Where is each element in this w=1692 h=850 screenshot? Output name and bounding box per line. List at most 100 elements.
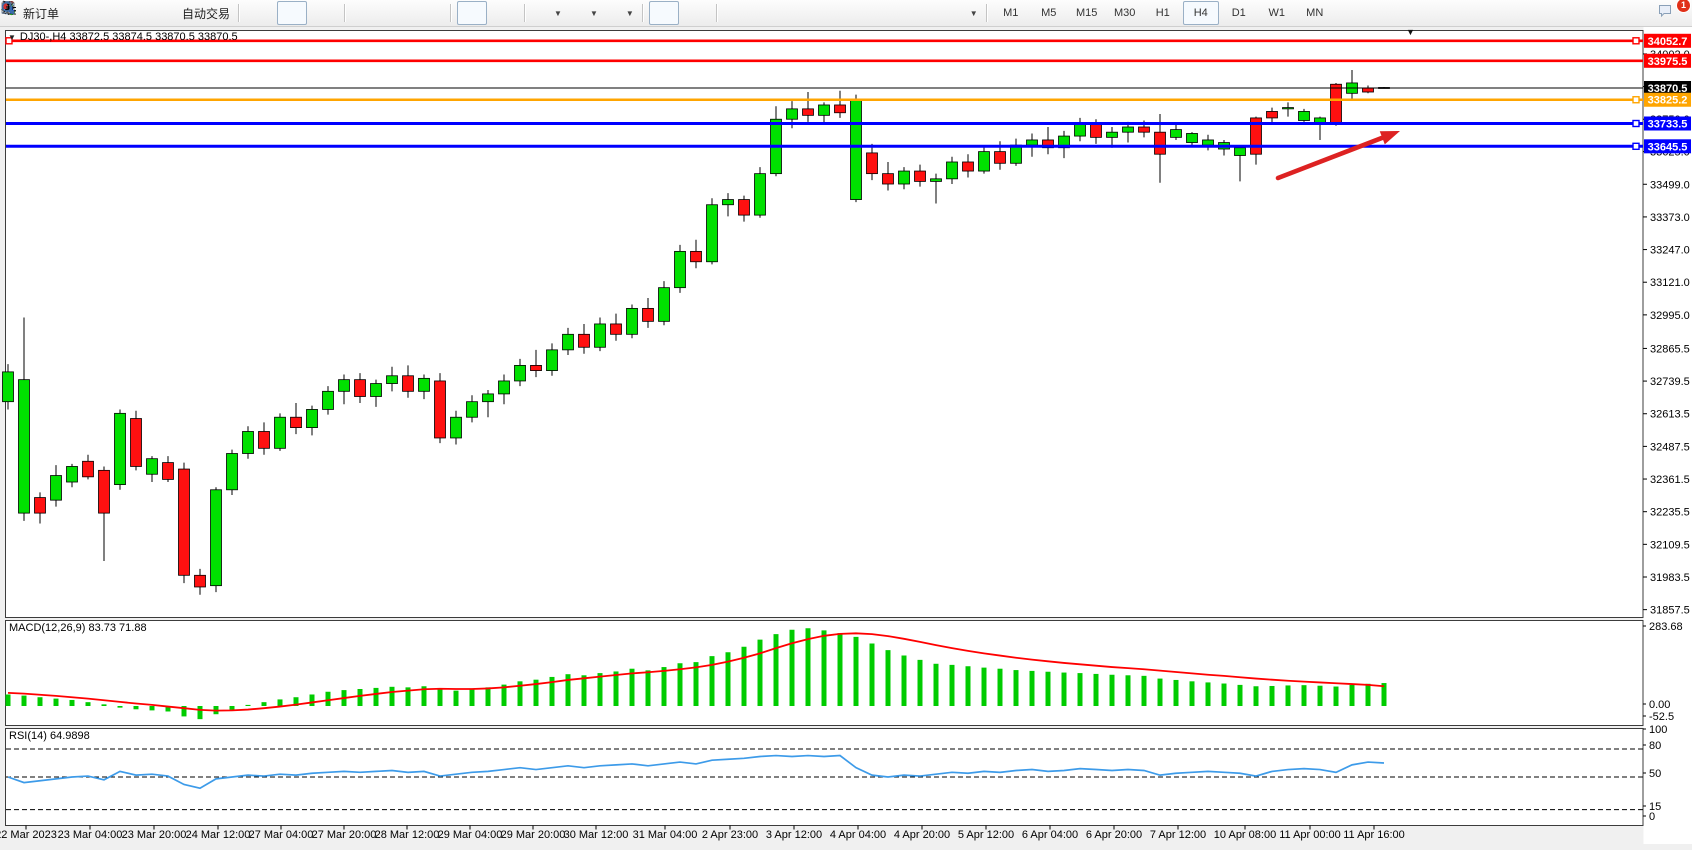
indicators-button[interactable]: ▼: [531, 1, 565, 25]
bull-candle: [819, 105, 830, 115]
svg-text:32865.5: 32865.5: [1650, 343, 1690, 355]
gold-icon: [71, 5, 87, 21]
chart-menu-arrow-icon[interactable]: ▼: [1406, 27, 1415, 37]
chart-shift-button[interactable]: [489, 1, 519, 25]
fibonacci-tool-button[interactable]: F: [851, 1, 881, 25]
search-icon: [1631, 5, 1647, 21]
rsi-indicator-label: RSI(14) 64.9898: [9, 730, 90, 742]
bull-candle: [147, 459, 158, 475]
line-chart-button[interactable]: [309, 1, 339, 25]
line-handle[interactable]: [1633, 97, 1639, 103]
trendline-tool-button[interactable]: [787, 1, 817, 25]
svg-text:5 Apr 12:00: 5 Apr 12:00: [958, 829, 1014, 841]
zoom-out-button[interactable]: [383, 1, 413, 25]
cursor-icon: [656, 5, 672, 21]
cursor-tool-button[interactable]: [649, 1, 679, 25]
bull-candle: [307, 409, 318, 427]
bull-candle: [1203, 140, 1214, 145]
chart-dropdown-icon[interactable]: ▼: [8, 33, 16, 42]
toolbar-separator: [238, 4, 240, 22]
candlestick-chart-button[interactable]: [277, 1, 307, 25]
trendline-icon: [794, 5, 810, 21]
timeframe-d1-button[interactable]: D1: [1221, 1, 1257, 25]
svg-text:11 Apr 16:00: 11 Apr 16:00: [1343, 829, 1405, 841]
arrows-tool-button[interactable]: ▼: [947, 1, 981, 25]
chart-canvas[interactable]: 34002.033876.033750.033625.033499.033373…: [0, 0, 1692, 850]
bull-candle: [467, 402, 478, 418]
timeframe-m30-button[interactable]: M30: [1107, 1, 1143, 25]
bull-candle: [275, 417, 286, 448]
bear-candle: [83, 461, 94, 477]
bull-candle: [243, 431, 254, 453]
auto-trading-button[interactable]: 自动交易: [160, 1, 233, 25]
line-handle[interactable]: [1633, 38, 1639, 44]
bear-candle: [179, 469, 190, 575]
line-handle[interactable]: [1633, 121, 1639, 127]
svg-text:33499.0: 33499.0: [1650, 179, 1690, 191]
timeframe-m15-button[interactable]: M15: [1069, 1, 1105, 25]
zoom-in-button[interactable]: [351, 1, 381, 25]
svg-text:22 Mar 2023: 22 Mar 2023: [0, 829, 57, 841]
bar-chart-button[interactable]: [245, 1, 275, 25]
timeframe-w1-button[interactable]: W1: [1259, 1, 1295, 25]
auto-scroll-button[interactable]: [457, 1, 487, 25]
bull-candle: [483, 394, 494, 402]
market-watch-gold-button[interactable]: [64, 1, 94, 25]
chart-title-text: DJ30-,H4 33872.5 33874.5 33870.5 33870.5: [20, 31, 238, 43]
chevron-down-icon: ▼: [970, 9, 978, 18]
bull-candle: [723, 200, 734, 205]
bull-candle: [755, 174, 766, 215]
svg-text:6 Apr 20:00: 6 Apr 20:00: [1086, 829, 1142, 841]
svg-text:32613.5: 32613.5: [1650, 409, 1690, 421]
timeframe-h1-button[interactable]: H1: [1145, 1, 1181, 25]
text-tool-button[interactable]: A: [883, 1, 913, 25]
svg-text:34052.7: 34052.7: [1648, 36, 1688, 48]
bear-candle: [355, 380, 366, 397]
bear-candle: [195, 575, 206, 587]
timeframe-m1-button[interactable]: M1: [993, 1, 1029, 25]
bull-candle: [675, 251, 686, 287]
bull-candle: [1011, 145, 1022, 163]
text-label-tool-button[interactable]: T: [915, 1, 945, 25]
bear-candle: [163, 463, 174, 480]
tile-windows-button[interactable]: [415, 1, 445, 25]
chart-shift-icon: [496, 5, 512, 21]
crosshair-tool-button[interactable]: [681, 1, 711, 25]
search-button[interactable]: [1624, 1, 1654, 25]
tile-windows-icon: [422, 5, 438, 21]
timeframe-m5-button[interactable]: M5: [1031, 1, 1067, 25]
bear-candle: [579, 334, 590, 347]
signal-button[interactable]: [128, 1, 158, 25]
templates-button[interactable]: ▼: [603, 1, 637, 25]
timeframe-h4-button[interactable]: H4: [1183, 1, 1219, 25]
bull-candle: [1235, 148, 1246, 156]
svg-text:32361.5: 32361.5: [1650, 474, 1690, 486]
toolbar-separator: [986, 4, 988, 22]
svg-text:31 Mar 04:00: 31 Mar 04:00: [633, 829, 698, 841]
bull-candle: [499, 381, 510, 394]
svg-text:33121.0: 33121.0: [1650, 277, 1690, 289]
vertical-line-tool-button[interactable]: [723, 1, 753, 25]
bear-candle: [1139, 127, 1150, 132]
line-handle[interactable]: [1633, 143, 1639, 149]
svg-text:33373.0: 33373.0: [1650, 212, 1690, 224]
autotrade-robot-icon: [163, 5, 179, 21]
timeframe-mn-button[interactable]: MN: [1297, 1, 1333, 25]
svg-text:11 Apr 00:00: 11 Apr 00:00: [1279, 829, 1341, 841]
svg-text:27 Mar 04:00: 27 Mar 04:00: [249, 829, 314, 841]
periods-button[interactable]: ▼: [567, 1, 601, 25]
fibonacci-icon: F: [858, 5, 874, 21]
svg-text:28 Mar 12:00: 28 Mar 12:00: [375, 829, 440, 841]
svg-text:31983.5: 31983.5: [1650, 572, 1690, 584]
svg-text:32487.5: 32487.5: [1650, 441, 1690, 453]
svg-text:33825.2: 33825.2: [1648, 95, 1688, 107]
bull-candle: [211, 490, 222, 586]
profile-button[interactable]: [96, 1, 126, 25]
bear-candle: [259, 431, 270, 448]
arrows-tool-icon: [950, 5, 966, 21]
new-order-label: 新订单: [23, 5, 59, 22]
svg-text:23 Mar 04:00: 23 Mar 04:00: [58, 829, 123, 841]
chat-button[interactable]: 1: [1656, 1, 1686, 25]
equidistant-channel-tool-button[interactable]: E: [819, 1, 849, 25]
horizontal-line-tool-button[interactable]: [755, 1, 785, 25]
